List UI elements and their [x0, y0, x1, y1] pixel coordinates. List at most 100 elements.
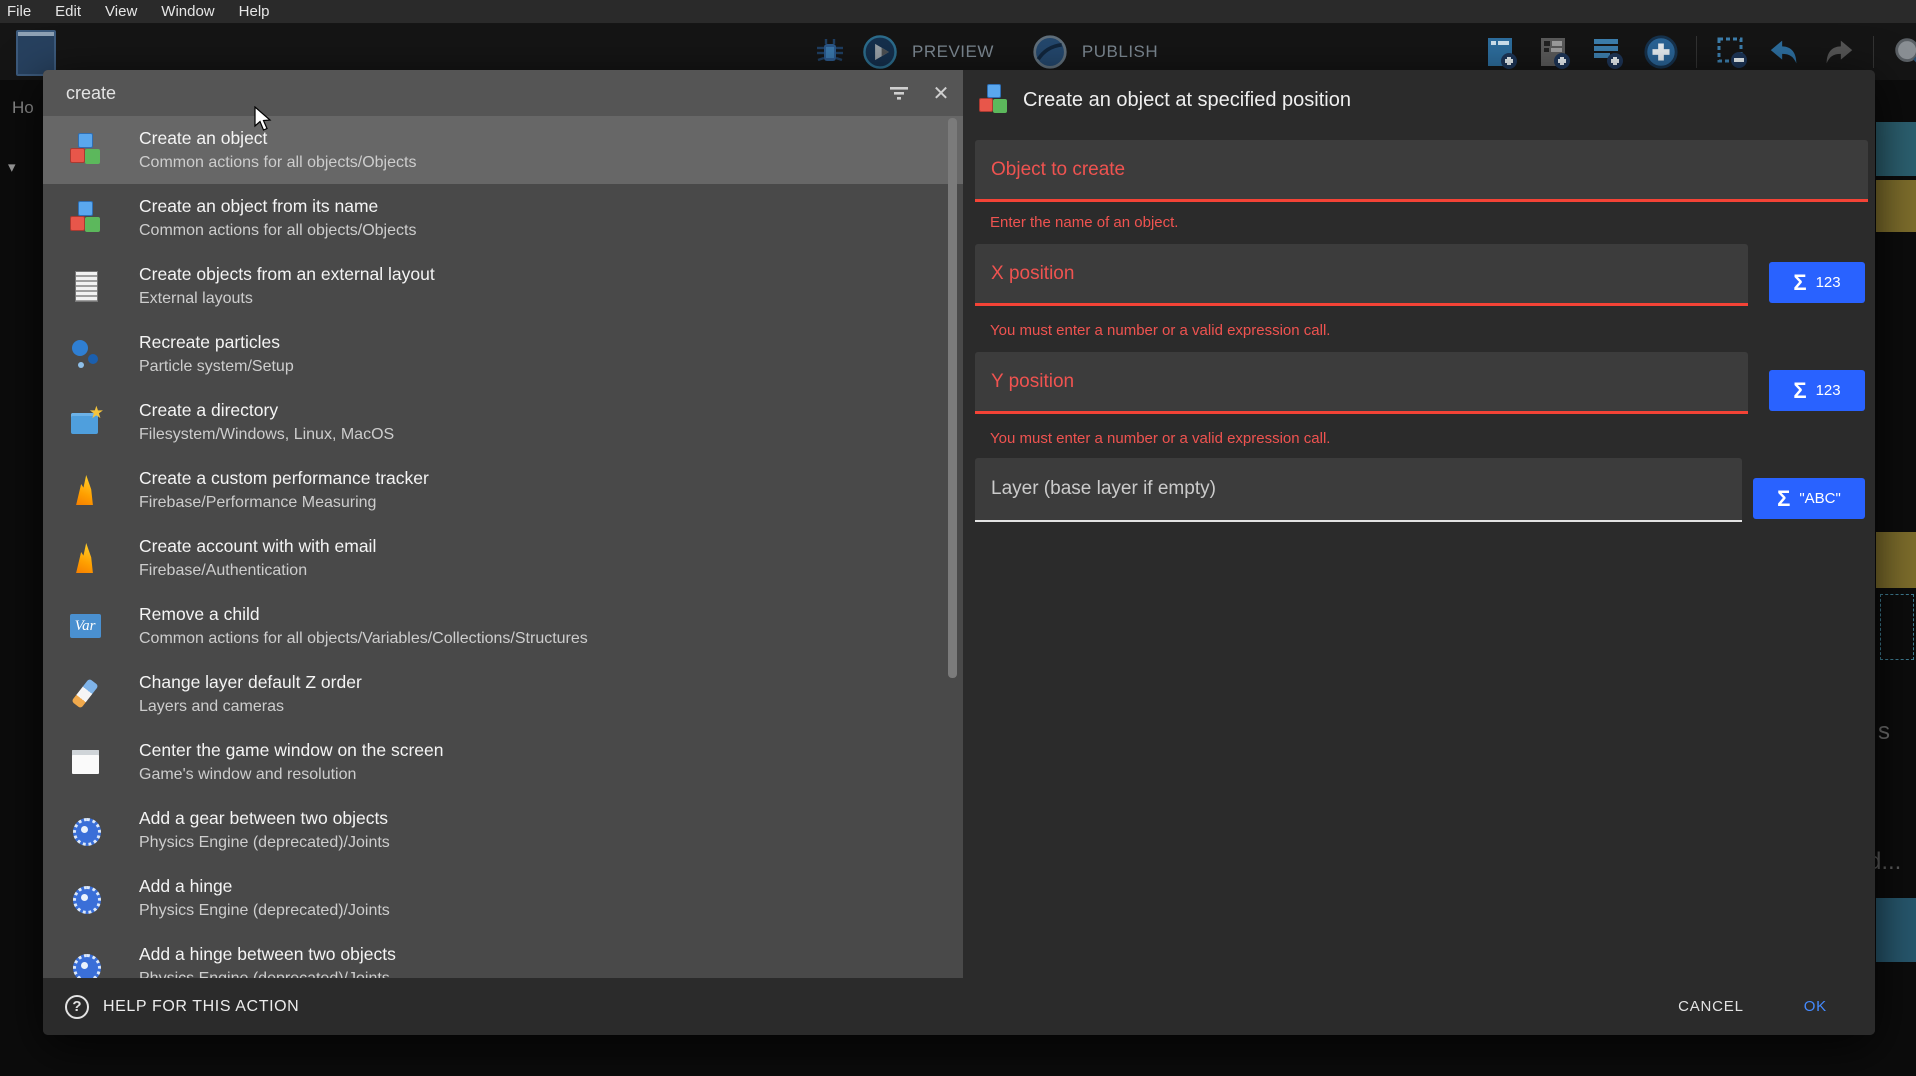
debug-icon[interactable]	[812, 34, 848, 70]
menu-file[interactable]: File	[7, 3, 31, 20]
help-icon: ?	[65, 995, 89, 1019]
backdrop-selection-outline	[1880, 594, 1914, 660]
action-subtitle: Particle system/Setup	[139, 358, 294, 376]
action-list-item[interactable]: Create objects from an external layout Ex…	[43, 252, 963, 320]
layout-icon	[67, 268, 103, 304]
results-list: Create an object Common actions for all o…	[43, 116, 963, 978]
layer-expression-button[interactable]: Σ "ABC"	[1753, 478, 1865, 519]
backdrop-block-olive2	[1876, 532, 1916, 588]
action-subtitle: Common actions for all objects/Objects	[139, 154, 416, 172]
help-for-this-action-button[interactable]: ? HELP FOR THIS ACTION	[65, 995, 1678, 1019]
backdrop-block-olive	[1876, 180, 1916, 232]
cancel-button[interactable]: CANCEL	[1678, 998, 1744, 1015]
backdrop-text-fragment-s: s	[1878, 718, 1890, 746]
action-list-item[interactable]: ★ Create a directory Filesystem/Windows, L…	[43, 388, 963, 456]
publish-button[interactable]: PUBLISH	[1082, 42, 1158, 62]
undo-icon[interactable]	[1767, 34, 1803, 70]
action-title: Create account with with email	[139, 536, 376, 557]
firebase-icon	[67, 472, 103, 508]
sigma-icon: Σ	[1777, 486, 1790, 512]
object-field-error: Enter the name of an object.	[990, 214, 1178, 231]
object-to-create-field[interactable]: Object to create	[975, 140, 1868, 202]
menu-edit[interactable]: Edit	[55, 3, 81, 20]
action-subtitle: Common actions for all objects/Variables…	[139, 630, 588, 648]
action-title: Create a directory	[139, 400, 394, 421]
menu-bar: File Edit View Window Help	[0, 0, 1916, 23]
action-title: Create an object from its name	[139, 196, 416, 217]
add-external-events-icon[interactable]	[1537, 34, 1573, 70]
object-cubes-icon	[977, 84, 1009, 116]
action-title: Create objects from an external layout	[139, 264, 435, 285]
preview-button[interactable]: PREVIEW	[912, 42, 994, 62]
particles-icon	[67, 336, 103, 372]
add-events-icon[interactable]	[1590, 34, 1626, 70]
action-list-item[interactable]: Change layer default Z order Layers and c…	[43, 660, 963, 728]
action-title: Recreate particles	[139, 332, 294, 353]
action-title: Change layer default Z order	[139, 672, 362, 693]
add-object-icon[interactable]	[1484, 34, 1520, 70]
objects-icon	[67, 132, 103, 168]
layer-field[interactable]: Layer (base layer if empty)	[975, 458, 1742, 522]
y-expression-button[interactable]: Σ 123	[1769, 370, 1865, 411]
search-bar: ✕	[43, 70, 963, 116]
action-list-item[interactable]: Recreate particles Particle system/Setup	[43, 320, 963, 388]
action-title: Add a gear between two objects	[139, 808, 390, 829]
var-icon: Var	[67, 608, 103, 644]
x-expression-button[interactable]: Σ 123	[1769, 262, 1865, 303]
action-subtitle: Physics Engine (deprecated)/Joints	[139, 834, 390, 852]
instruction-editor-dialog: ✕ Create an object Common actions for all…	[43, 70, 1875, 1035]
action-detail-panel: Create an object at specified position O…	[963, 70, 1875, 978]
firebase-icon	[67, 540, 103, 576]
action-list-item[interactable]: Add a hinge Physics Engine (deprecated)/J…	[43, 864, 963, 932]
action-list-item[interactable]: Create an object Common actions for all o…	[43, 116, 963, 184]
action-list-item[interactable]: Create a custom performance trackerFireb…	[43, 456, 963, 524]
redo-icon[interactable]	[1820, 34, 1856, 70]
action-subtitle: Filesystem/Windows, Linux, MacOS	[139, 426, 394, 444]
toolbar-separator	[1696, 36, 1697, 68]
window-icon	[67, 744, 103, 780]
home-tab-fragment: Ho	[12, 98, 34, 118]
action-search-panel: ✕ Create an object Common actions for all…	[43, 70, 963, 978]
action-title: Create an object	[139, 128, 416, 149]
dialog-footer: ? HELP FOR THIS ACTION CANCEL OK	[43, 978, 1875, 1035]
action-title: Create a custom performance tracker	[139, 468, 429, 489]
action-list-item[interactable]: Center the game window on the screenGame…	[43, 728, 963, 796]
action-list-item[interactable]: Add a gear between two objects Physics En…	[43, 796, 963, 864]
folder-icon: ★	[67, 404, 103, 440]
add-new-icon[interactable]	[1643, 34, 1679, 70]
close-icon[interactable]: ✕	[919, 81, 963, 106]
joint-icon	[67, 880, 103, 916]
menu-help[interactable]: Help	[239, 3, 270, 20]
publish-globe-icon[interactable]	[1032, 34, 1068, 70]
menu-window[interactable]: Window	[161, 3, 214, 20]
action-list-item[interactable]: Create an object from its name Common act…	[43, 184, 963, 252]
chevron-down-icon[interactable]: ▾	[8, 158, 16, 176]
menu-view[interactable]: View	[105, 3, 137, 20]
ok-button[interactable]: OK	[1804, 998, 1827, 1015]
x-position-field[interactable]: X position	[975, 244, 1748, 306]
mouse-cursor	[253, 106, 275, 137]
x-field-error: You must enter a number or a valid expre…	[990, 322, 1330, 339]
objects-icon	[67, 200, 103, 236]
action-subtitle: Physics Engine (deprecated)/Joints	[139, 970, 396, 978]
list-scrollbar[interactable]	[948, 118, 957, 678]
search-icon[interactable]	[1891, 34, 1916, 70]
action-subtitle: Firebase/Authentication	[139, 562, 376, 580]
remove-selection-icon[interactable]	[1714, 34, 1750, 70]
preview-play-icon[interactable]	[862, 34, 898, 70]
backdrop-block-teal	[1876, 122, 1916, 176]
filter-icon[interactable]	[879, 85, 919, 101]
action-title: Add a hinge	[139, 876, 390, 897]
eraser-icon	[67, 676, 103, 712]
action-title: Add a hinge between two objects	[139, 944, 396, 965]
action-list-item[interactable]: Add a hinge between two objects Physics E…	[43, 932, 963, 978]
search-input[interactable]	[43, 70, 879, 116]
action-subtitle: Layers and cameras	[139, 698, 362, 716]
action-subtitle: Common actions for all objects/Objects	[139, 222, 416, 240]
action-list-item[interactable]: Create account with with email Firebase/A…	[43, 524, 963, 592]
y-position-field[interactable]: Y position	[975, 352, 1748, 414]
action-subtitle: External layouts	[139, 290, 435, 308]
action-subtitle: Physics Engine (deprecated)/Joints	[139, 902, 390, 920]
y-field-error: You must enter a number or a valid expre…	[990, 430, 1330, 447]
action-list-item[interactable]: VarRemove a childCommon actions for all …	[43, 592, 963, 660]
